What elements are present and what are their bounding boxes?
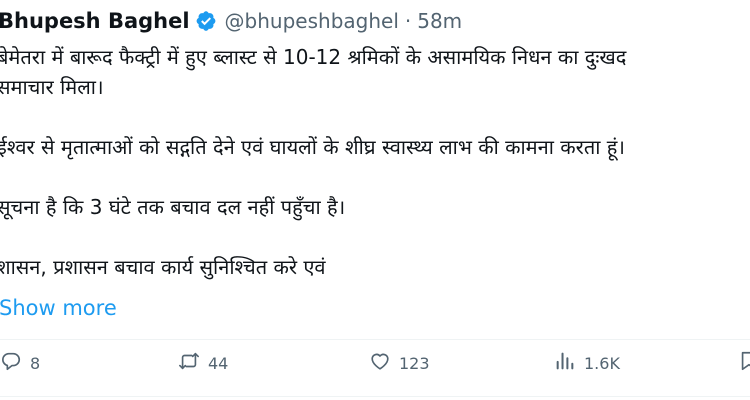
tweet-line: बेमेतरा में बारूद फैक्ट्री में हुए ब्लास… [0, 45, 627, 69]
reply-button[interactable]: 8 [0, 345, 40, 381]
show-more-link[interactable]: Show more [0, 296, 117, 320]
repost-count: 44 [208, 353, 229, 373]
action-bar: 8 44 123 1.6K [0, 345, 750, 381]
tweet-line: सूचना है कि 3 घंटे तक बचाव दल नहीं पहुँच… [0, 195, 346, 219]
views-count: 1.6K [584, 353, 620, 373]
tweet-line: शासन, प्रशासन बचाव कार्य सुनिश्चित करे ए… [0, 255, 326, 279]
bottom-divider [0, 396, 750, 397]
author-handle[interactable]: @bhupeshbaghel [225, 9, 399, 33]
like-count: 123 [399, 353, 430, 373]
header-separator: · [404, 9, 412, 33]
reply-count: 8 [30, 353, 41, 373]
bookmark-button[interactable] [738, 345, 750, 381]
tweet-header: Bhupesh Baghel @bhupeshbaghel · 58m [0, 6, 462, 36]
tweet-line: समाचार मिला। [0, 75, 104, 99]
repost-button[interactable]: 44 [178, 345, 228, 381]
author-name[interactable]: Bhupesh Baghel [0, 9, 190, 33]
repost-icon [178, 350, 200, 376]
tweet-timestamp[interactable]: 58m [417, 9, 462, 33]
tweet[interactable]: Bhupesh Baghel @bhupeshbaghel · 58m बेमे… [0, 0, 750, 400]
verified-badge-icon [195, 10, 217, 32]
bookmark-icon [738, 350, 750, 376]
reply-icon [0, 350, 22, 376]
views-icon [554, 350, 576, 376]
heart-icon [369, 350, 391, 376]
like-button[interactable]: 123 [369, 345, 430, 381]
views-button[interactable]: 1.6K [554, 345, 620, 381]
tweet-line: ईश्वर से मृतात्माओं को सद्गति देने एवं घ… [0, 135, 625, 159]
divider [0, 339, 750, 340]
tweet-text: बेमेतरा में बारूद फैक्ट्री में हुए ब्लास… [0, 42, 750, 282]
